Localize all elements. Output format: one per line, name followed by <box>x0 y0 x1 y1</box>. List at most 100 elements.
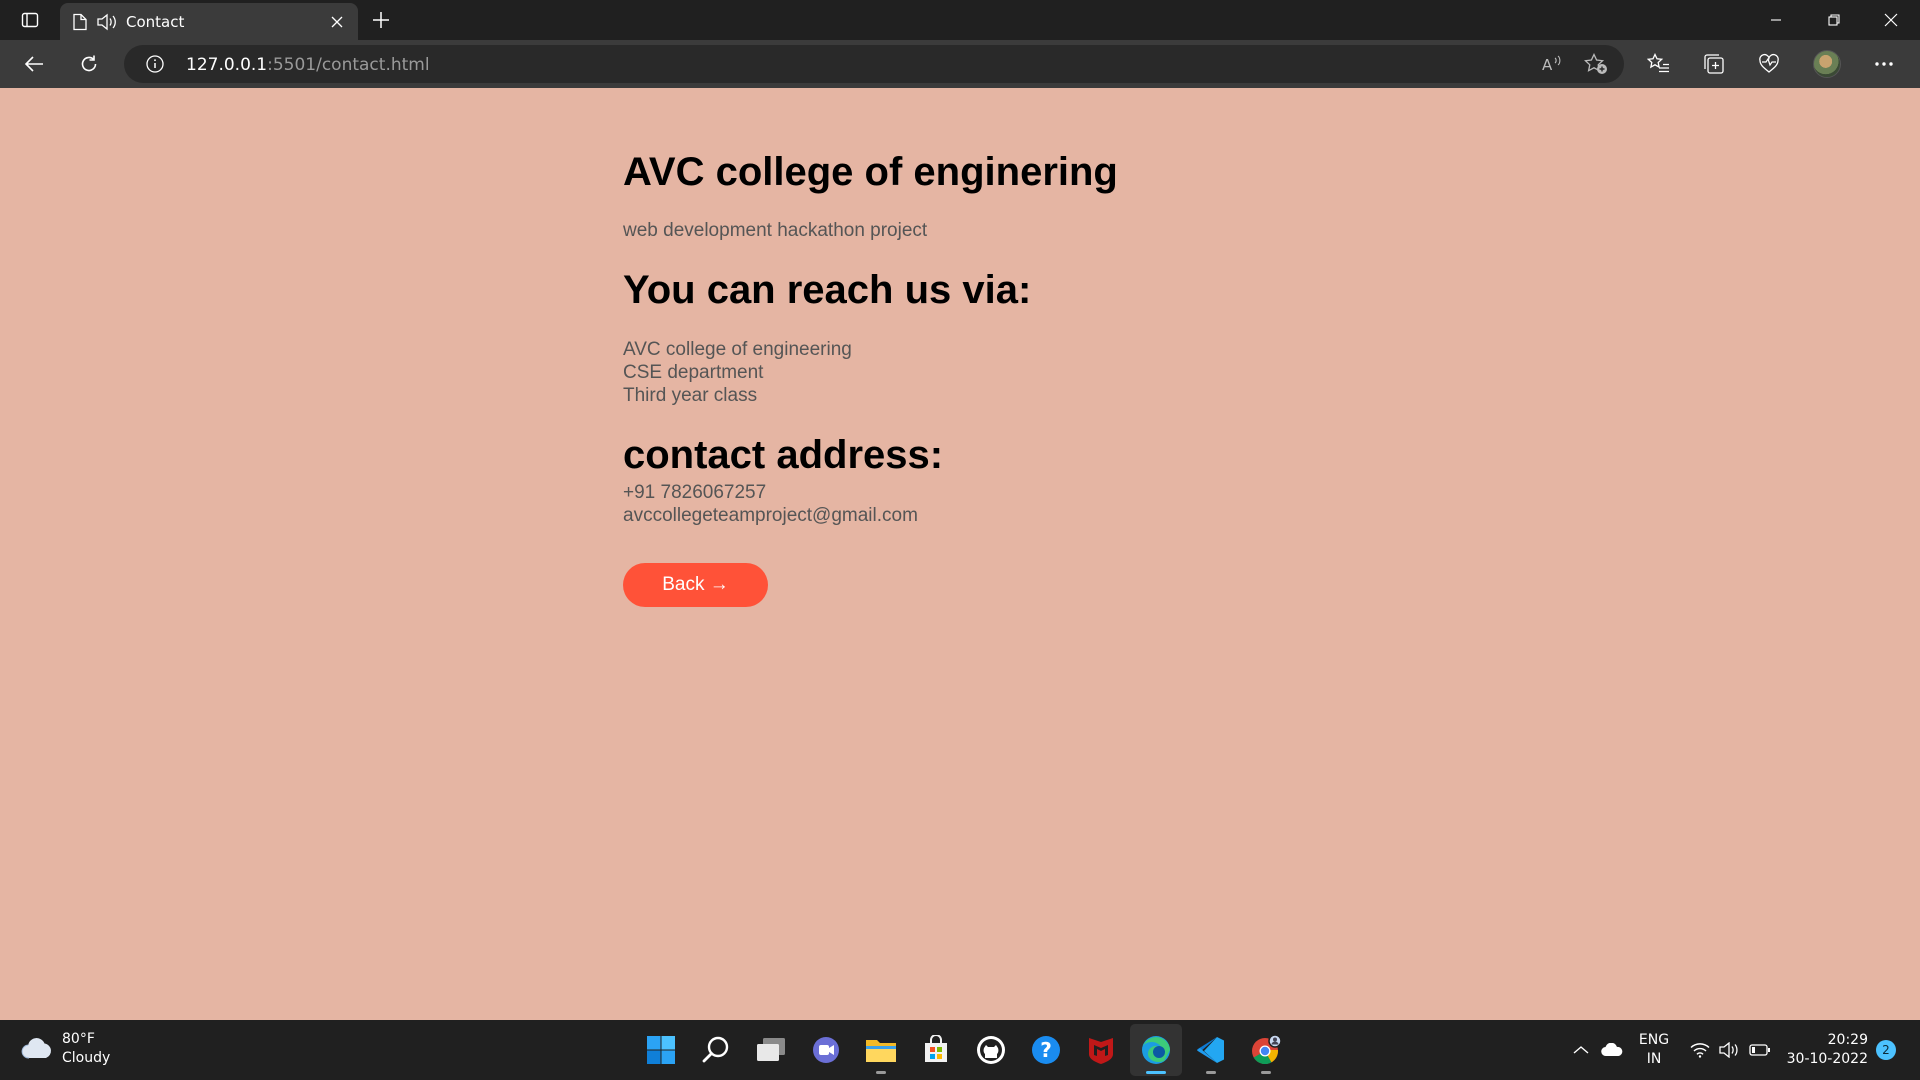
browser-essentials-button[interactable] <box>1750 46 1788 82</box>
address-line: AVC college of engineering <box>623 339 852 360</box>
settings-more-button[interactable] <box>1865 46 1903 82</box>
weather-condition: Cloudy <box>62 1050 111 1066</box>
tab-title: Contact <box>126 12 185 31</box>
minimize-button[interactable] <box>1747 0 1804 40</box>
back-nav-button[interactable] <box>15 46 53 82</box>
region-code: IN <box>1646 1051 1662 1067</box>
onedrive-cloud-icon <box>1601 1043 1623 1057</box>
show-hidden-icons-button[interactable] <box>1568 1020 1594 1080</box>
back-button[interactable]: Back → <box>623 563 768 607</box>
store-button[interactable] <box>910 1024 962 1076</box>
read-aloud-icon: A <box>1542 55 1561 73</box>
tab-actions-icon <box>21 12 39 28</box>
battery-icon <box>1749 1044 1770 1056</box>
taskbar-apps: ? <box>635 1024 1295 1076</box>
browser-toolbar: 127.0.0.1:5501/contact.html A <box>0 40 1920 88</box>
running-indicator <box>1146 1071 1166 1074</box>
help-icon: ? <box>1032 1036 1060 1064</box>
file-explorer-button[interactable] <box>855 1024 907 1076</box>
read-aloud-button[interactable]: A <box>1537 51 1567 77</box>
wifi-icon <box>1690 1043 1710 1058</box>
language-code: ENG <box>1638 1032 1670 1048</box>
star-add-icon <box>1584 53 1607 74</box>
restore-button[interactable] <box>1805 0 1862 40</box>
address-line: CSE department <box>623 362 764 383</box>
tab-contact[interactable]: Contact <box>60 3 358 40</box>
cloud-icon <box>21 1038 51 1059</box>
refresh-icon <box>81 55 97 72</box>
profile-button[interactable] <box>1808 46 1846 82</box>
avatar <box>1813 50 1841 78</box>
svg-text:A: A <box>1542 56 1553 73</box>
search-button[interactable] <box>690 1024 742 1076</box>
email-address: avccollegeteamproject@gmail.com <box>623 505 918 526</box>
favorites-icon <box>1647 53 1669 73</box>
tab-close-button[interactable] <box>326 11 348 33</box>
mcafee-button[interactable] <box>1075 1024 1127 1076</box>
github-button[interactable] <box>965 1024 1017 1076</box>
favorites-button[interactable] <box>1640 46 1678 82</box>
reach-heading: You can reach us via: <box>623 268 1032 312</box>
wifi-button[interactable] <box>1686 1020 1714 1080</box>
chrome-button[interactable] <box>1240 1024 1292 1076</box>
url-text[interactable]: 127.0.0.1:5501/contact.html <box>186 55 430 75</box>
chat-icon <box>813 1037 839 1063</box>
site-info-button[interactable] <box>144 53 166 75</box>
clock-time: 20:29 <box>1827 1032 1868 1048</box>
running-indicator <box>876 1071 886 1074</box>
close-icon <box>1884 13 1897 27</box>
volume-icon <box>1719 1042 1738 1058</box>
contact-heading: contact address: <box>623 433 944 477</box>
url-path: :5501/contact.html <box>267 55 430 75</box>
phone-number: +91 7826067257 <box>623 482 767 503</box>
clock-date: 30-10-2022 <box>1786 1051 1868 1067</box>
weather-temp: 80°F <box>62 1031 95 1047</box>
task-view-button[interactable] <box>745 1024 797 1076</box>
file-explorer-icon <box>866 1040 896 1062</box>
notification-badge: 2 <box>1876 1040 1896 1060</box>
onedrive-button[interactable] <box>1598 1020 1626 1080</box>
chevron-up-icon <box>1573 1046 1589 1054</box>
more-icon <box>1875 62 1893 66</box>
new-tab-button[interactable] <box>366 6 396 34</box>
notification-center-button[interactable]: 2 <box>1874 1020 1898 1080</box>
refresh-button[interactable] <box>70 46 108 82</box>
weather-widget[interactable]: 80°F Cloudy <box>20 1030 110 1068</box>
running-indicator <box>1261 1071 1271 1074</box>
search-icon <box>702 1036 729 1063</box>
tab-actions-button[interactable] <box>12 6 48 34</box>
minimize-icon <box>1770 19 1781 21</box>
heart-pulse-icon <box>1759 53 1779 73</box>
github-icon <box>977 1036 1005 1064</box>
address-block: AVC college of engineering CSE departmen… <box>623 338 1323 407</box>
taskbar: 80°F Cloudy ? ENG IN 20:29 30-10-2022 2 <box>0 1020 1920 1080</box>
close-icon <box>331 16 343 28</box>
edge-button[interactable] <box>1130 1024 1182 1076</box>
running-indicator <box>1206 1071 1216 1074</box>
help-button[interactable]: ? <box>1020 1024 1072 1076</box>
plus-icon <box>373 12 389 28</box>
battery-button[interactable] <box>1746 1020 1774 1080</box>
arrow-left-icon <box>24 56 43 72</box>
collections-icon <box>1704 54 1724 74</box>
vscode-button[interactable] <box>1185 1024 1237 1076</box>
volume-button[interactable] <box>1716 1020 1744 1080</box>
window-close-button[interactable] <box>1862 0 1919 40</box>
chat-button[interactable] <box>800 1024 852 1076</box>
page-subtitle: web development hackathon project <box>623 220 928 241</box>
tab-strip: Contact <box>0 0 1920 40</box>
address-bar[interactable]: 127.0.0.1:5501/contact.html A <box>124 45 1624 83</box>
restore-icon <box>1827 14 1840 26</box>
store-icon <box>925 1035 947 1062</box>
language-indicator[interactable]: ENG IN <box>1632 1020 1676 1080</box>
start-button[interactable] <box>635 1024 687 1076</box>
clock[interactable]: 20:29 30-10-2022 <box>1784 1020 1868 1080</box>
chrome-icon <box>1252 1034 1282 1065</box>
add-favorite-button[interactable] <box>1581 51 1611 77</box>
info-icon <box>146 55 164 73</box>
edge-icon <box>1142 1036 1170 1064</box>
speaker-icon[interactable] <box>96 13 118 31</box>
mcafee-icon <box>1089 1038 1113 1064</box>
svg-text:?: ? <box>1040 1038 1052 1062</box>
collections-button[interactable] <box>1695 46 1733 82</box>
